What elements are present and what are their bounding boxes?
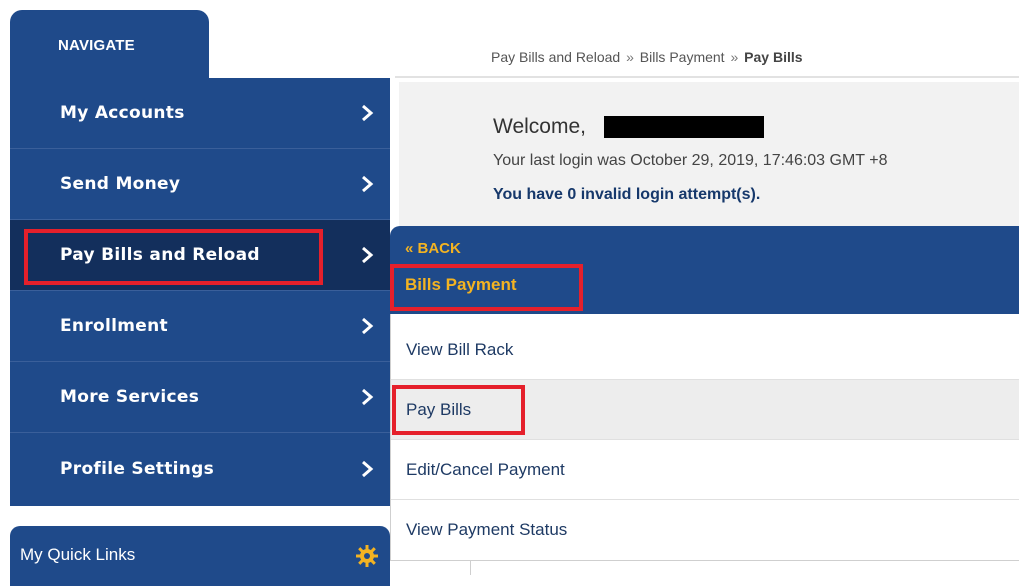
- redacted-username: [604, 116, 764, 138]
- gear-icon[interactable]: [356, 545, 378, 567]
- breadcrumb-item[interactable]: Pay Bills and Reload: [491, 49, 620, 65]
- nav-item-send-money[interactable]: Send Money: [10, 149, 390, 220]
- nav-item-enrollment[interactable]: Enrollment: [10, 291, 390, 362]
- submenu-item-label: View Payment Status: [406, 520, 568, 539]
- breadcrumb-current: Pay Bills: [744, 49, 803, 65]
- chevron-right-icon: [362, 104, 374, 122]
- divider: [470, 561, 471, 575]
- nav-item-label: My Accounts: [60, 103, 185, 123]
- submenu-header: [390, 226, 1019, 314]
- nav-item-profile-settings[interactable]: Profile Settings: [10, 433, 390, 504]
- navigate-tab-label: NAVIGATE: [58, 37, 135, 54]
- nav-item-my-accounts[interactable]: My Accounts: [10, 78, 390, 149]
- submenu-item-label: Pay Bills: [406, 399, 472, 419]
- chevron-right-icon: [362, 460, 374, 477]
- nav-item-label: Send Money: [60, 174, 181, 194]
- submenu-title: Bills Payment: [405, 275, 517, 294]
- last-login-text: Your last login was October 29, 2019, 17…: [493, 152, 888, 169]
- quick-links-panel: My Quick Links: [10, 526, 390, 586]
- submenu-item-view-payment-status[interactable]: View Payment Status: [390, 500, 1019, 560]
- breadcrumb-divider: [395, 76, 1019, 78]
- welcome-greeting: Welcome,: [493, 115, 586, 138]
- navigate-tab: NAVIGATE: [10, 10, 209, 78]
- breadcrumb-item[interactable]: Bills Payment: [640, 49, 725, 65]
- chevron-right-icon: [362, 388, 374, 406]
- submenu-border: [390, 314, 391, 574]
- nav-menu: My Accounts Send Money Pay Bills and Rel…: [10, 78, 390, 506]
- chevron-right-icon: [362, 317, 374, 335]
- chevron-right-icon: [362, 175, 374, 193]
- nav-item-label: Enrollment: [60, 316, 168, 336]
- submenu-item-pay-bills[interactable]: Pay Bills: [390, 380, 1019, 440]
- invalid-login-text: You have 0 invalid login attempt(s).: [493, 186, 761, 203]
- breadcrumb: Pay Bills and Reload » Bills Payment » P…: [491, 49, 803, 65]
- submenu-item-label: View Bill Rack: [406, 339, 514, 359]
- quick-links-label: My Quick Links: [20, 545, 136, 564]
- nav-item-label: Pay Bills and Reload: [60, 245, 260, 265]
- submenu-item-label: Edit/Cancel Payment: [406, 459, 565, 479]
- chevron-right-icon: [362, 246, 374, 264]
- breadcrumb-separator: »: [626, 49, 634, 65]
- back-link[interactable]: « BACK: [405, 240, 461, 257]
- submenu-footer: [390, 560, 1019, 575]
- nav-item-label: More Services: [60, 387, 200, 407]
- nav-item-pay-bills-and-reload[interactable]: Pay Bills and Reload: [10, 220, 390, 291]
- submenu-item-view-bill-rack[interactable]: View Bill Rack: [390, 320, 1019, 380]
- nav-item-more-services[interactable]: More Services: [10, 362, 390, 433]
- nav-item-label: Profile Settings: [60, 458, 215, 479]
- submenu-item-edit-cancel-payment[interactable]: Edit/Cancel Payment: [390, 440, 1019, 500]
- breadcrumb-separator: »: [730, 49, 739, 65]
